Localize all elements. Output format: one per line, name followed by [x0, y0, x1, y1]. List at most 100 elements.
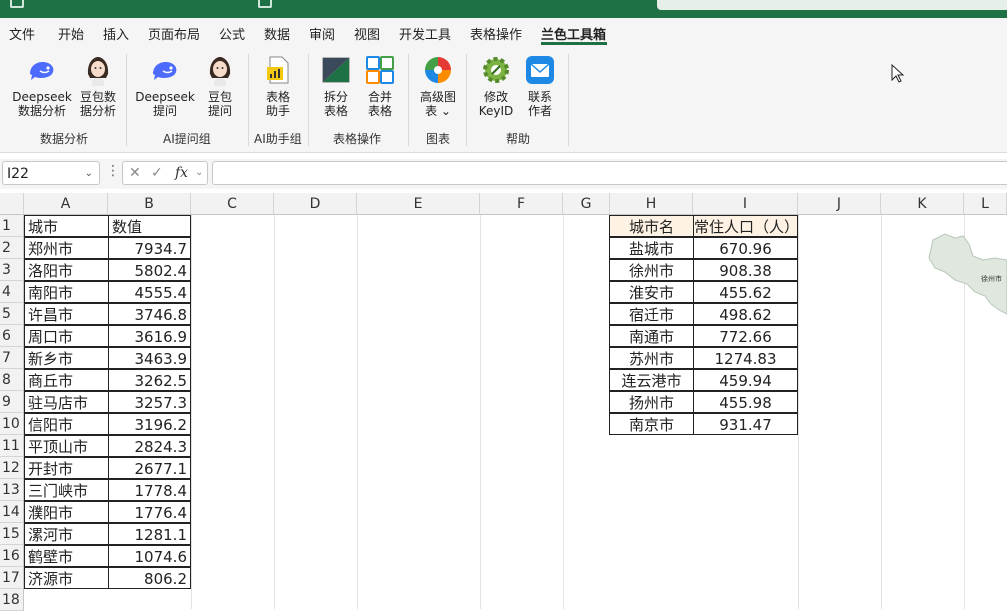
modify-keyid-button[interactable]: 修改 KeyID	[474, 54, 518, 118]
table-cell[interactable]: 3463.9	[108, 347, 191, 369]
table-cell[interactable]: 3196.2	[108, 413, 191, 435]
table-cell[interactable]: 3262.5	[108, 369, 191, 391]
row-header[interactable]: 9	[0, 391, 24, 413]
select-all-corner[interactable]	[0, 193, 24, 215]
doubao-ask-button[interactable]: 豆包 提问	[200, 54, 240, 118]
row-header[interactable]: 2	[0, 237, 24, 259]
table-cell[interactable]: 2677.1	[108, 457, 191, 479]
row-header[interactable]: 3	[0, 259, 24, 281]
table-cell[interactable]: 南阳市	[24, 281, 109, 303]
table-cell[interactable]: 498.62	[693, 303, 798, 325]
table-cell[interactable]: 苏州市	[609, 347, 694, 369]
table-cell[interactable]: 3746.8	[108, 303, 191, 325]
row-header[interactable]: 4	[0, 281, 24, 303]
menu-data[interactable]: 数据	[264, 24, 290, 43]
table-cell[interactable]: 信阳市	[24, 413, 109, 435]
row-header[interactable]: 10	[0, 413, 24, 435]
cancel-icon[interactable]: ✕	[129, 162, 141, 184]
row-header[interactable]: 14	[0, 501, 24, 523]
contact-author-button[interactable]: 联系 作者	[520, 54, 560, 118]
menu-lanse-toolbox[interactable]: 兰色工具箱	[541, 24, 606, 43]
redo-icon[interactable]	[258, 0, 272, 8]
row-header[interactable]: 5	[0, 303, 24, 325]
merge-table-button[interactable]: 合并 表格	[360, 54, 400, 118]
deepseek-analysis-button[interactable]: Deepseek 数据分析	[12, 54, 72, 118]
table-cell[interactable]: 许昌市	[24, 303, 109, 325]
table-cell[interactable]: 平顶山市	[24, 435, 109, 457]
table-cell[interactable]: 3257.3	[108, 391, 191, 413]
menu-review[interactable]: 审阅	[309, 24, 335, 43]
more-options-icon[interactable]: ⋮	[106, 163, 120, 179]
table-cell[interactable]: 1274.83	[693, 347, 798, 369]
table-cell[interactable]: 1776.4	[108, 501, 191, 523]
table-cell[interactable]: 南京市	[609, 413, 694, 435]
column-header[interactable]: L	[964, 193, 1007, 215]
table-header-cell[interactable]: 常住人口（人）	[693, 215, 798, 237]
table-cell[interactable]: 1074.6	[108, 545, 191, 567]
table-cell[interactable]: 鹤壁市	[24, 545, 109, 567]
row-header[interactable]: 13	[0, 479, 24, 501]
table-cell[interactable]: 郑州市	[24, 237, 109, 259]
table-cell[interactable]: 5802.4	[108, 259, 191, 281]
search-box[interactable]	[657, 0, 1007, 10]
table-header-cell[interactable]: 城市	[24, 215, 109, 237]
table-cell[interactable]: 455.98	[693, 391, 798, 413]
table-cell[interactable]: 931.47	[693, 413, 798, 435]
menu-view[interactable]: 视图	[354, 24, 380, 43]
column-header[interactable]: G	[563, 193, 610, 215]
column-header[interactable]: D	[274, 193, 357, 215]
chevron-down-icon[interactable]: ⌄	[195, 162, 203, 184]
menu-file[interactable]: 文件	[9, 24, 35, 43]
row-header[interactable]: 7	[0, 347, 24, 369]
row-header[interactable]: 18	[0, 589, 24, 611]
row-header[interactable]: 8	[0, 369, 24, 391]
row-header[interactable]: 15	[0, 523, 24, 545]
table-cell[interactable]: 新乡市	[24, 347, 109, 369]
table-cell[interactable]: 2824.3	[108, 435, 191, 457]
confirm-icon[interactable]: ✓	[151, 162, 163, 184]
menu-home[interactable]: 开始	[58, 24, 84, 43]
split-table-button[interactable]: 拆分 表格	[316, 54, 356, 118]
row-header[interactable]: 6	[0, 325, 24, 347]
column-header[interactable]: A	[24, 193, 108, 215]
table-assistant-button[interactable]: 表格 助手	[256, 54, 300, 118]
row-header[interactable]: 1	[0, 215, 24, 237]
column-header[interactable]: E	[357, 193, 480, 215]
menu-formulas[interactable]: 公式	[219, 24, 245, 43]
column-header[interactable]: J	[798, 193, 881, 215]
table-cell[interactable]: 洛阳市	[24, 259, 109, 281]
table-cell[interactable]: 908.38	[693, 259, 798, 281]
table-cell[interactable]: 670.96	[693, 237, 798, 259]
table-cell[interactable]: 扬州市	[609, 391, 694, 413]
row-header[interactable]: 11	[0, 435, 24, 457]
table-cell[interactable]: 周口市	[24, 325, 109, 347]
table-cell[interactable]: 济源市	[24, 567, 109, 589]
column-header[interactable]: I	[693, 193, 798, 215]
table-cell[interactable]: 7934.7	[108, 237, 191, 259]
doubao-analysis-button[interactable]: 豆包数 据分析	[76, 54, 120, 118]
menu-developer[interactable]: 开发工具	[399, 24, 451, 43]
table-cell[interactable]: 驻马店市	[24, 391, 109, 413]
table-cell[interactable]: 1778.4	[108, 479, 191, 501]
table-cell[interactable]: 濮阳市	[24, 501, 109, 523]
table-cell[interactable]: 三门峡市	[24, 479, 109, 501]
spreadsheet-grid[interactable]: A B C D E F G H I J K L 1 2 3 4 5 6 7 8 9 10 11 12 1…	[0, 193, 1007, 611]
menu-table-ops[interactable]: 表格操作	[470, 24, 522, 43]
name-box[interactable]: I22 ⌄	[2, 161, 100, 185]
table-cell[interactable]: 806.2	[108, 567, 191, 589]
table-cell[interactable]: 4555.4	[108, 281, 191, 303]
table-header-cell[interactable]: 城市名	[609, 215, 694, 237]
table-cell[interactable]: 徐州市	[609, 259, 694, 281]
table-header-cell[interactable]: 数值	[108, 215, 191, 237]
column-header[interactable]: H	[610, 193, 693, 215]
menu-page-layout[interactable]: 页面布局	[148, 24, 200, 43]
table-cell[interactable]: 3616.9	[108, 325, 191, 347]
row-header[interactable]: 17	[0, 567, 24, 589]
table-cell[interactable]: 772.66	[693, 325, 798, 347]
column-header[interactable]: C	[191, 193, 274, 215]
insert-function-button[interactable]: fx	[175, 162, 188, 184]
table-cell[interactable]: 1281.1	[108, 523, 191, 545]
table-cell[interactable]: 开封市	[24, 457, 109, 479]
table-cell[interactable]: 盐城市	[609, 237, 694, 259]
deepseek-ask-button[interactable]: Deepseek 提问	[134, 54, 196, 118]
